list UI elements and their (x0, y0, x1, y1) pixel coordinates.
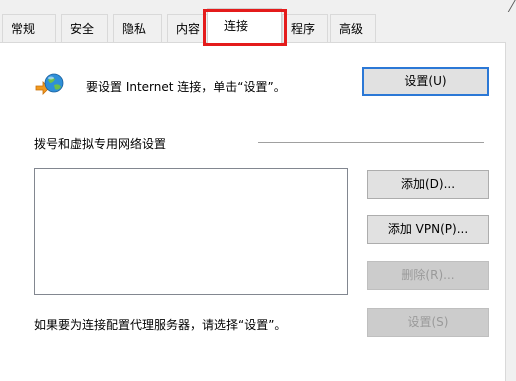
tab-programs[interactable]: 程序 (282, 14, 328, 42)
connection-list[interactable] (34, 168, 348, 295)
tab-general[interactable]: 常规 (2, 14, 56, 42)
add-vpn-button[interactable]: 添加 VPN(P)... (367, 215, 489, 244)
connections-panel: 要设置 Internet 连接，单击“设置”。 设置(U) 拨号和虚拟专用网络设… (0, 42, 506, 381)
remove-button[interactable]: 删除(R)... (367, 261, 489, 290)
highlight-box (203, 9, 287, 46)
tab-strip: 常规 安全 隐私 内容 连接 程序 高级 (0, 0, 516, 46)
tab-security[interactable]: 安全 (61, 14, 108, 42)
corner-mark (495, 0, 516, 12)
dialup-vpn-label: 拨号和虚拟专用网络设置 (34, 137, 167, 151)
setup-instruction: 要设置 Internet 连接，单击“设置”。 (86, 80, 286, 94)
network-globe-icon (35, 73, 64, 95)
setup-button[interactable]: 设置(U) (362, 67, 489, 96)
lan-settings-button[interactable]: 设置(S) (367, 308, 489, 337)
tab-advanced[interactable]: 高级 (330, 14, 376, 42)
tab-privacy[interactable]: 隐私 (113, 14, 162, 42)
proxy-instruction: 如果要为连接配置代理服务器，请选择“设置”。 (34, 318, 287, 332)
section-divider (258, 142, 484, 143)
add-button[interactable]: 添加(D)... (367, 170, 489, 199)
